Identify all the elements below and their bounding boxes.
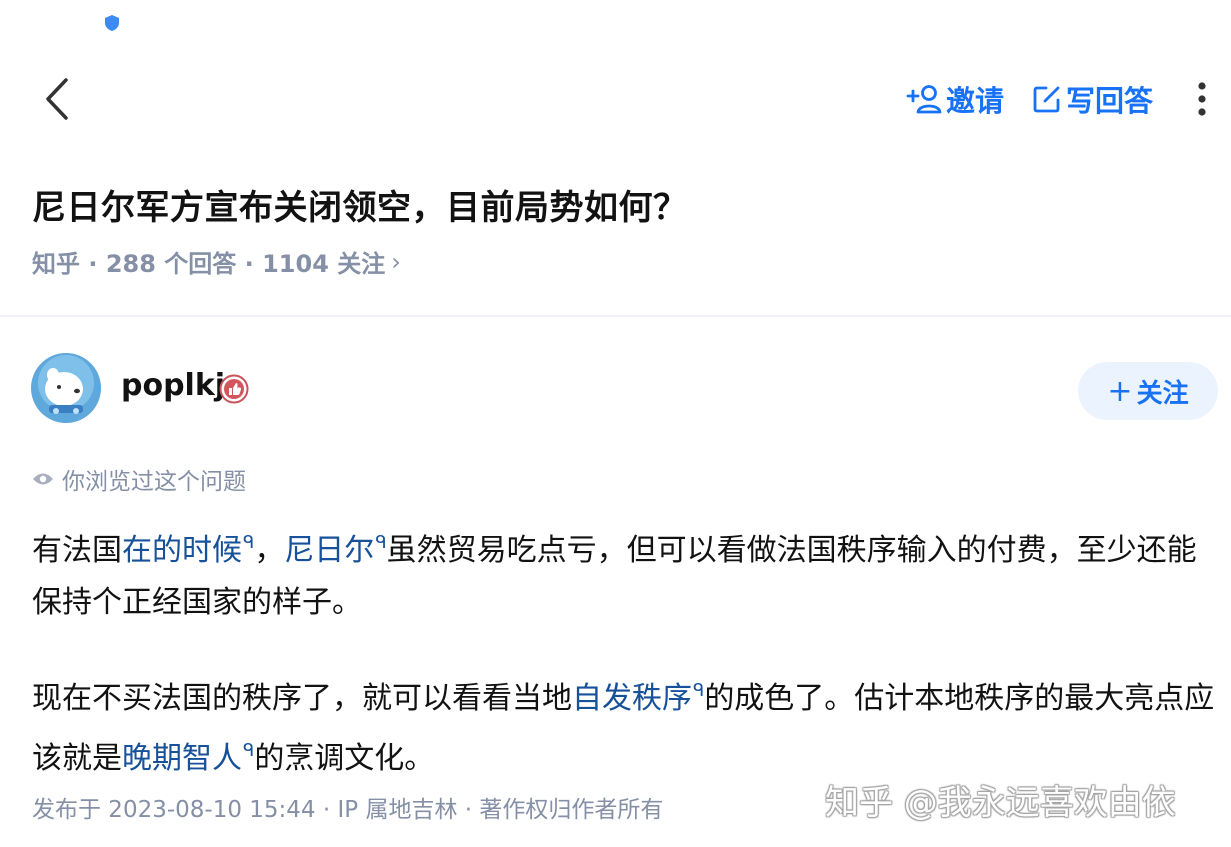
publish-info: 发布于 2023-08-10 15:44 · IP 属地吉林 · 著作权归作者所… <box>32 797 664 823</box>
keyword-text: 晚期智人 <box>122 741 242 776</box>
keyword-text: 尼日尔 <box>284 533 375 568</box>
answer-paragraph: 有法国在的时候ᑫ，尼日尔ᑫ虽然贸易吃点亏，但可以看做法国秩序输入的付费，至少还能… <box>32 517 1222 629</box>
search-icon: ᑫ <box>243 532 255 553</box>
write-answer-button[interactable]: 写回答 <box>1032 78 1153 120</box>
question-title[interactable]: 尼日尔军方宣布关闭领空，目前局势如何？ <box>32 180 688 229</box>
more-vertical-icon <box>1198 82 1206 116</box>
invite-button[interactable]: 邀请 <box>906 78 1004 120</box>
viewed-note-text: 你浏览过这个问题 <box>62 469 246 495</box>
question-meta[interactable]: 知乎 · 288 个回答 · 1104 关注 › <box>32 244 401 279</box>
follow-button[interactable]: + 关注 <box>1078 362 1218 420</box>
answer-text: 有法国 <box>32 533 122 568</box>
badge-icon <box>219 374 249 404</box>
search-icon: ᑫ <box>243 740 255 761</box>
answer-page: 邀请 写回答 尼日尔军方宣布关闭领空，目前局势如何？ 知乎 · 288 个回答 … <box>0 0 1231 847</box>
question-meta-text: 知乎 · 288 个回答 · 1104 关注 <box>32 250 386 278</box>
edit-icon <box>1033 86 1060 113</box>
keyword-text: 在的时候 <box>122 533 242 568</box>
more-options-button[interactable] <box>1187 79 1217 119</box>
answer-paragraph: 现在不买法国的秩序了，就可以看看当地自发秩序ᑫ的成色了。估计本地秩序的最大亮点应… <box>32 665 1222 785</box>
add-person-icon <box>906 85 942 114</box>
write-answer-label: 写回答 <box>1065 84 1153 118</box>
search-icon: ᑫ <box>693 680 705 701</box>
top-actions: 邀请 写回答 <box>906 74 1231 124</box>
search-icon: ᑫ <box>375 532 387 553</box>
keyword-link[interactable]: 晚期智人ᑫ <box>122 740 255 776</box>
follow-label: 关注 <box>1136 378 1189 409</box>
keyword-link[interactable]: 尼日尔ᑫ <box>284 532 387 568</box>
eye-icon <box>33 473 53 485</box>
keyword-link[interactable]: 自发秩序ᑫ <box>572 680 705 716</box>
divider <box>0 315 1231 317</box>
avatar-image <box>31 353 101 423</box>
author-name[interactable]: poplkj <box>121 368 225 403</box>
plus-icon: + <box>1107 373 1133 409</box>
keyword-text: 自发秩序 <box>572 681 692 716</box>
viewed-note: 你浏览过这个问题 <box>32 462 246 496</box>
back-button[interactable] <box>40 74 80 124</box>
answer-text: ， <box>254 533 285 568</box>
chevron-right-icon: › <box>391 247 401 276</box>
avatar[interactable] <box>31 353 101 423</box>
answer-text: 现在不买法国的秩序了，就可以看看当地 <box>32 681 572 716</box>
shield-icon <box>105 15 119 31</box>
keyword-link[interactable]: 在的时候ᑫ <box>122 532 255 568</box>
chevron-left-icon <box>46 78 68 120</box>
watermark: 知乎 @我永远喜欢由依 <box>825 783 1176 823</box>
answer-text: 的烹调文化。 <box>254 741 435 776</box>
invite-label: 邀请 <box>945 84 1004 118</box>
